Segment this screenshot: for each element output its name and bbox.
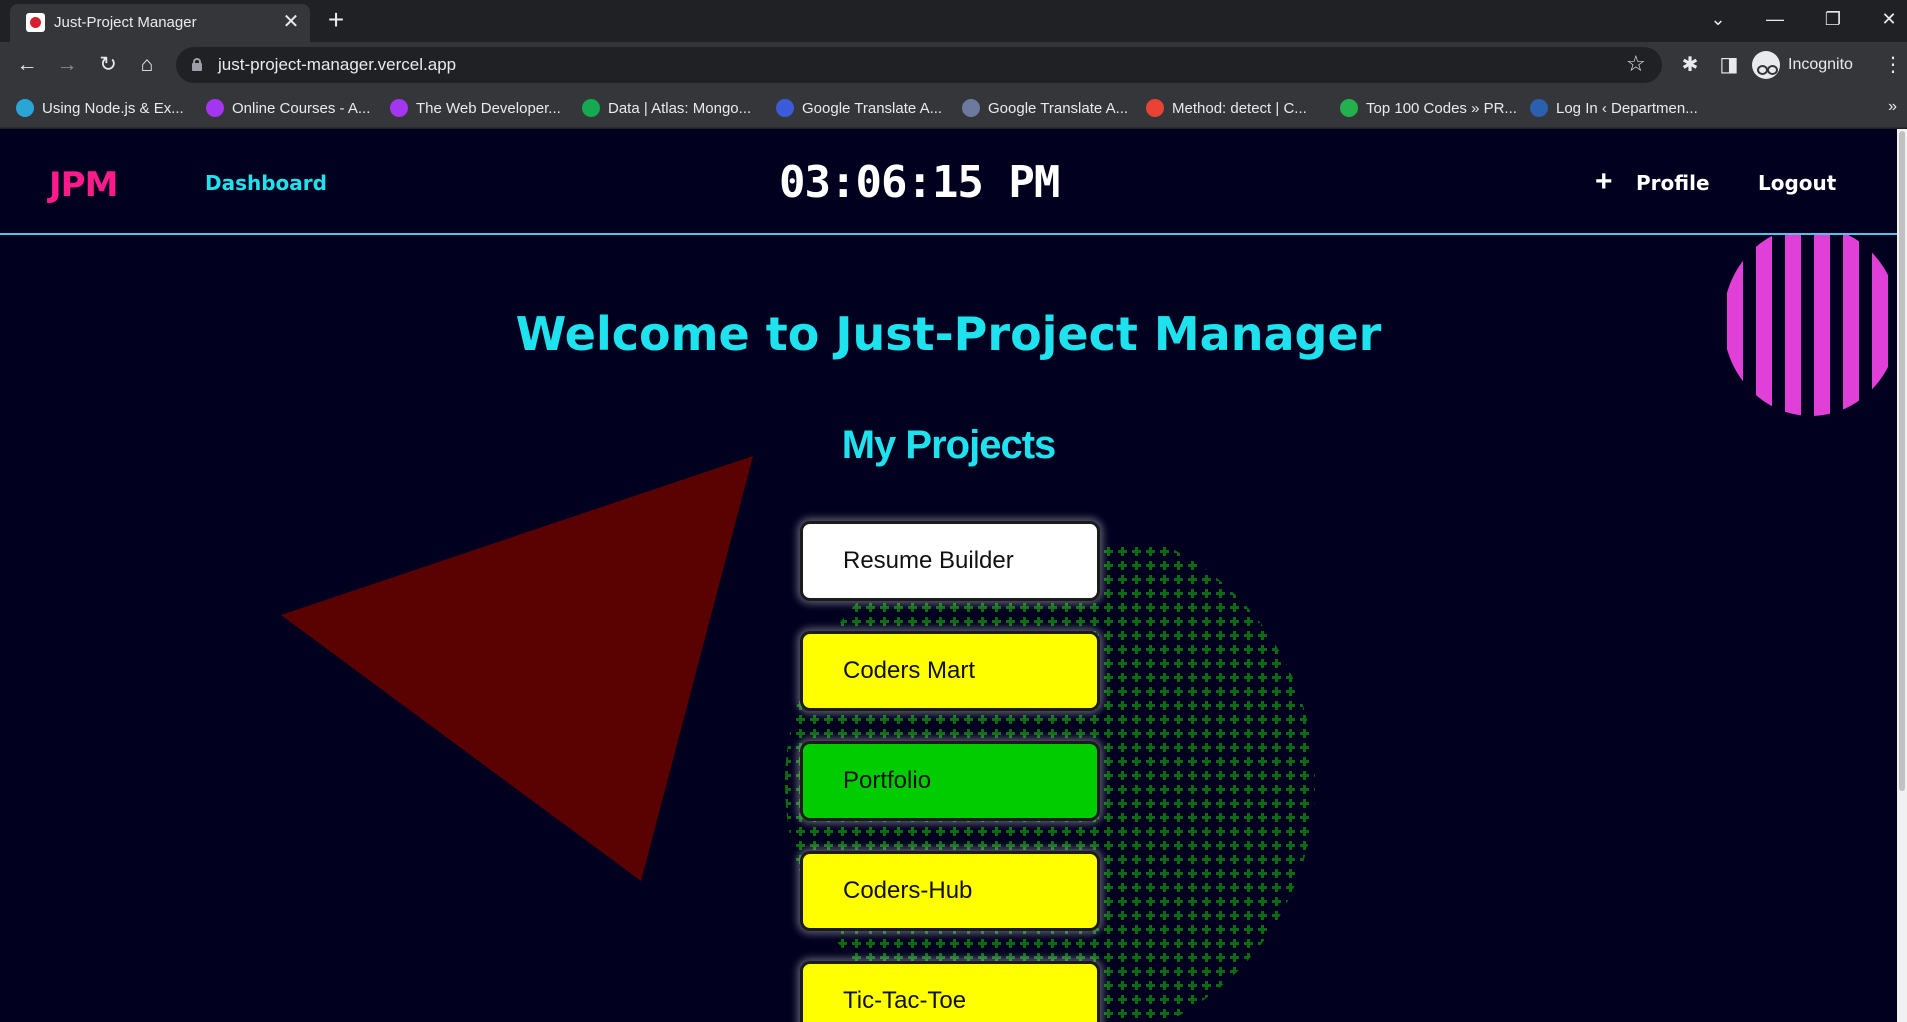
bookmark-item[interactable]: Top 100 Codes » PR... [1340, 96, 1517, 120]
incognito-label: Incognito [1788, 56, 1853, 73]
bookmark-item[interactable]: Using Node.js & Ex... [16, 96, 184, 120]
bookmark-star-icon[interactable]: ☆ [1626, 51, 1646, 77]
bookmark-item[interactable]: Log In ‹ Departmen... [1530, 96, 1698, 120]
jpm-favicon-icon [26, 13, 45, 32]
add-project-icon[interactable]: + [1595, 167, 1613, 197]
bookmark-item[interactable]: Method: detect | C... [1146, 96, 1307, 120]
project-name: Portfolio [843, 767, 932, 794]
bookmark-favicon-icon [1340, 99, 1358, 117]
more-bookmarks-icon[interactable]: » [1888, 98, 1897, 116]
bookmark-label: Log In ‹ Departmen... [1556, 99, 1698, 117]
bookmark-item[interactable]: Data | Atlas: Mongo... [582, 96, 751, 120]
project-card[interactable]: Tic-Tac-Toe [800, 961, 1100, 1022]
bookmark-label: Method: detect | C... [1172, 99, 1307, 117]
app-navbar: JPM Dashboard 03:06:15 PM + Profile Logo… [0, 129, 1897, 235]
tab-search-icon[interactable]: ⌄ [1703, 6, 1733, 32]
bookmark-favicon-icon [582, 99, 600, 117]
nav-logout-link[interactable]: Logout [1758, 171, 1836, 195]
incognito-icon [1752, 51, 1780, 79]
app-logo[interactable]: JPM [49, 165, 118, 205]
project-name: Coders Mart [843, 657, 976, 684]
home-icon[interactable]: ⌂ [132, 50, 162, 80]
my-projects-heading: My Projects [841, 423, 1057, 467]
new-tab-button[interactable]: + [322, 6, 350, 36]
side-panel-icon[interactable]: ◨ [1714, 50, 1744, 80]
bookmark-favicon-icon [16, 99, 34, 117]
project-card[interactable]: Coders-Hub [800, 851, 1100, 931]
bookmark-label: Top 100 Codes » PR... [1366, 99, 1517, 117]
bookmark-item[interactable]: Google Translate A... [776, 96, 942, 120]
bookmark-favicon-icon [206, 99, 224, 117]
bookmark-favicon-icon [1146, 99, 1164, 117]
bookmark-favicon-icon [390, 99, 408, 117]
close-tab-icon[interactable]: ✕ [280, 11, 302, 33]
scrollbar-thumb[interactable] [1899, 131, 1905, 791]
bookmark-item[interactable]: Online Courses - A... [206, 96, 370, 120]
clock-display: 03:06:15 PM [779, 157, 1060, 208]
bookmark-favicon-icon [776, 99, 794, 117]
minimize-icon[interactable]: — [1760, 6, 1790, 32]
project-name: Tic-Tac-Toe [843, 987, 967, 1014]
welcome-heading: Welcome to Just-Project Manager [515, 307, 1382, 361]
restore-icon[interactable]: ❐ [1818, 6, 1848, 32]
bookmark-item[interactable]: Google Translate A... [962, 96, 1128, 120]
back-icon[interactable]: ← [12, 50, 42, 80]
project-card[interactable]: Resume Builder [800, 521, 1100, 601]
bookmark-item[interactable]: The Web Developer... [390, 96, 561, 120]
page-scrollbar[interactable] [1897, 129, 1907, 1022]
bookmark-label: Online Courses - A... [232, 99, 371, 117]
project-name: Coders-Hub [843, 877, 973, 904]
browser-tabstrip: Just-Project Manager ✕ + ⌄ — ❐ ✕ [0, 0, 1907, 42]
project-card[interactable]: Portfolio [800, 741, 1100, 821]
bookmark-label: Google Translate A... [802, 99, 943, 117]
bookmarks-bar: Using Node.js & Ex... Online Courses - A… [0, 88, 1907, 128]
address-bar[interactable]: just-project-manager.vercel.app ☆ [176, 47, 1662, 83]
close-window-icon[interactable]: ✕ [1874, 6, 1904, 32]
nav-dashboard-link[interactable]: Dashboard [205, 171, 327, 195]
bookmark-favicon-icon [1530, 99, 1548, 117]
bookmark-label: Google Translate A... [988, 99, 1129, 117]
project-name: Resume Builder [843, 547, 1014, 574]
menu-icon[interactable]: ⋮ [1878, 50, 1907, 80]
incognito-profile[interactable]: Incognito [1752, 48, 1853, 82]
url-text[interactable]: just-project-manager.vercel.app [218, 55, 456, 75]
browser-tab[interactable]: Just-Project Manager ✕ [10, 4, 310, 42]
browser-toolbar: ← → ↻ ⌂ just-project-manager.vercel.app … [0, 42, 1907, 88]
page-viewport: JPM Dashboard 03:06:15 PM + Profile Logo… [0, 129, 1907, 1022]
bookmark-label: Data | Atlas: Mongo... [608, 99, 752, 117]
nav-profile-link[interactable]: Profile [1636, 171, 1710, 195]
tab-title: Just-Project Manager [54, 14, 197, 31]
extensions-icon[interactable]: ✱ [1675, 50, 1705, 80]
bookmark-label: The Web Developer... [416, 99, 561, 117]
lock-icon[interactable] [192, 58, 202, 71]
bookmark-label: Using Node.js & Ex... [42, 99, 184, 117]
project-card[interactable]: Coders Mart [800, 631, 1100, 711]
bookmark-favicon-icon [962, 99, 980, 117]
reload-icon[interactable]: ↻ [93, 50, 123, 80]
forward-icon[interactable]: → [52, 50, 82, 80]
